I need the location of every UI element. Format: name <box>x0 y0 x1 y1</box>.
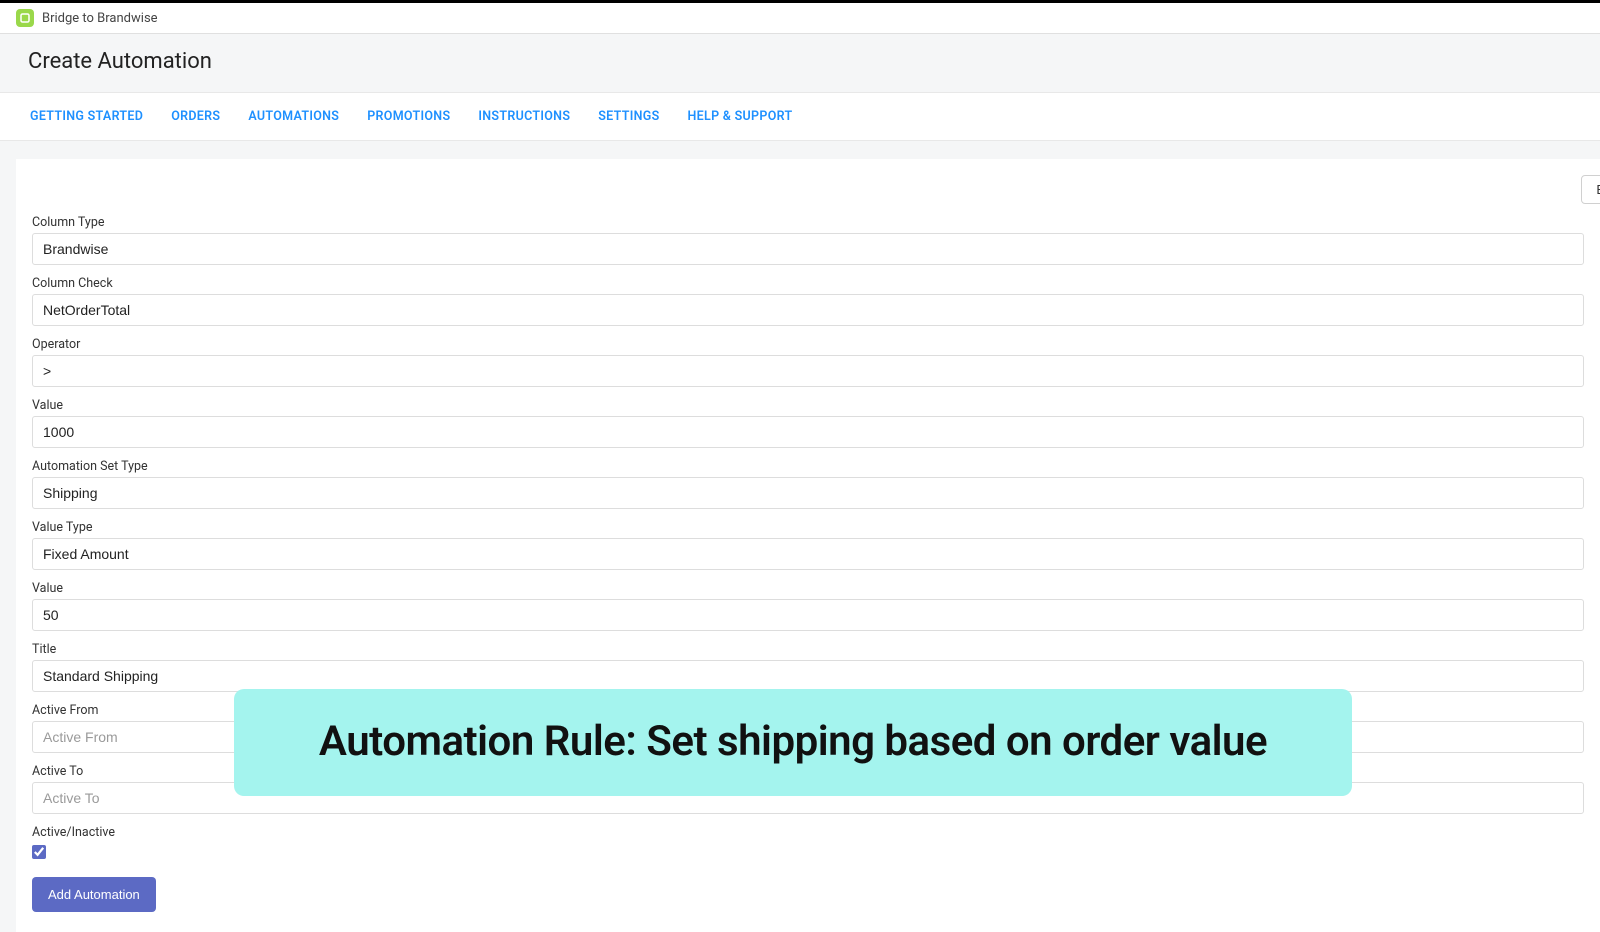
add-automation-button[interactable]: Add Automation <box>32 877 156 912</box>
nav-getting-started[interactable]: GETTING STARTED <box>30 93 143 140</box>
app-title-bar: Bridge to Brandwise <box>0 3 1600 34</box>
active-inactive-checkbox[interactable] <box>32 845 46 859</box>
title-label: Title <box>32 642 1584 657</box>
nav-help-support[interactable]: HELP & SUPPORT <box>688 93 793 140</box>
nav-settings[interactable]: SETTINGS <box>598 93 659 140</box>
value-type-input[interactable] <box>32 538 1584 570</box>
value-type-label: Value Type <box>32 520 1584 535</box>
app-title: Bridge to Brandwise <box>42 11 158 26</box>
automation-set-type-input[interactable] <box>32 477 1584 509</box>
operator-input[interactable] <box>32 355 1584 387</box>
title-input[interactable] <box>32 660 1584 692</box>
value2-label: Value <box>32 581 1584 596</box>
column-type-input[interactable] <box>32 233 1584 265</box>
page-title: Create Automation <box>28 49 1572 74</box>
top-right-button[interactable]: B <box>1581 175 1600 204</box>
overlay-caption: Automation Rule: Set shipping based on o… <box>234 689 1352 796</box>
nav-instructions[interactable]: INSTRUCTIONS <box>478 93 570 140</box>
nav-orders[interactable]: ORDERS <box>171 93 220 140</box>
nav-automations[interactable]: AUTOMATIONS <box>248 93 339 140</box>
automation-set-type-label: Automation Set Type <box>32 459 1584 474</box>
active-inactive-label: Active/Inactive <box>32 825 1584 840</box>
value1-input[interactable] <box>32 416 1584 448</box>
column-check-input[interactable] <box>32 294 1584 326</box>
form-card: B Column Type Column Check Operator Valu… <box>16 159 1600 932</box>
main-nav: GETTING STARTED ORDERS AUTOMATIONS PROMO… <box>0 92 1600 141</box>
value2-input[interactable] <box>32 599 1584 631</box>
value1-label: Value <box>32 398 1584 413</box>
column-type-label: Column Type <box>32 215 1584 230</box>
operator-label: Operator <box>32 337 1584 352</box>
page-header: Create Automation <box>0 34 1600 92</box>
nav-promotions[interactable]: PROMOTIONS <box>367 93 450 140</box>
app-icon <box>16 9 34 27</box>
column-check-label: Column Check <box>32 276 1584 291</box>
